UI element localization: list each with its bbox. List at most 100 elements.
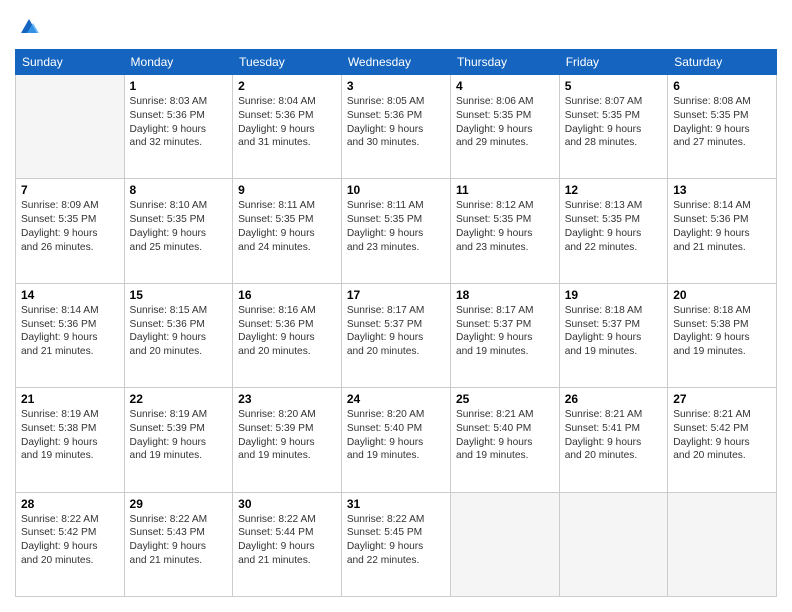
calendar-cell: 5 Sunrise: 8:07 AM Sunset: 5:35 PM Daylig… xyxy=(559,75,667,179)
day-number: 19 xyxy=(565,288,662,302)
weekday-header: Friday xyxy=(559,50,667,75)
calendar-cell: 4 Sunrise: 8:06 AM Sunset: 5:35 PM Daylig… xyxy=(450,75,559,179)
day-number: 9 xyxy=(238,183,336,197)
day-info: Sunrise: 8:22 AM Sunset: 5:45 PM Dayligh… xyxy=(347,513,445,568)
calendar-cell: 13 Sunrise: 8:14 AM Sunset: 5:36 PM Dayli… xyxy=(668,179,777,283)
calendar-cell: 10Sunrise: 8:11 AM Sunset: 5:35 PM Dayli… xyxy=(341,179,450,283)
day-number: 23 xyxy=(238,392,336,406)
day-info: Sunrise: 8:14 AM Sunset: 5:36 PM Dayligh… xyxy=(673,199,771,254)
calendar-cell: 7Sunrise: 8:09 AM Sunset: 5:35 PM Daylig… xyxy=(16,179,125,283)
calendar-cell: 28 Sunrise: 8:22 AM Sunset: 5:42 PM Dayli… xyxy=(16,492,125,596)
calendar-cell: 27 Sunrise: 8:21 AM Sunset: 5:42 PM Dayli… xyxy=(668,388,777,492)
calendar-cell: 15 Sunrise: 8:15 AM Sunset: 5:36 PM Dayli… xyxy=(124,283,233,387)
day-number: 5 xyxy=(565,79,662,93)
day-info: Sunrise: 8:19 AM Sunset: 5:38 PM Dayligh… xyxy=(21,408,119,463)
day-info: Sunrise: 8:08 AM Sunset: 5:35 PM Dayligh… xyxy=(673,95,771,150)
calendar-cell: 3Sunrise: 8:05 AM Sunset: 5:36 PM Daylig… xyxy=(341,75,450,179)
calendar-cell: 30 Sunrise: 8:22 AM Sunset: 5:44 PM Dayli… xyxy=(233,492,342,596)
week-row: 7Sunrise: 8:09 AM Sunset: 5:35 PM Daylig… xyxy=(16,179,777,283)
weekday-header: Sunday xyxy=(16,50,125,75)
calendar-cell: 31 Sunrise: 8:22 AM Sunset: 5:45 PM Dayli… xyxy=(341,492,450,596)
day-info: Sunrise: 8:21 AM Sunset: 5:42 PM Dayligh… xyxy=(673,408,771,463)
calendar-cell: 21 Sunrise: 8:19 AM Sunset: 5:38 PM Dayli… xyxy=(16,388,125,492)
weekday-header: Tuesday xyxy=(233,50,342,75)
day-info: Sunrise: 8:12 AM Sunset: 5:35 PM Dayligh… xyxy=(456,199,554,254)
week-row: 14 Sunrise: 8:14 AM Sunset: 5:36 PM Dayli… xyxy=(16,283,777,387)
day-info: Sunrise: 8:22 AM Sunset: 5:42 PM Dayligh… xyxy=(21,513,119,568)
logo-icon xyxy=(17,15,41,39)
day-number: 10 xyxy=(347,183,445,197)
day-number: 4 xyxy=(456,79,554,93)
calendar: SundayMondayTuesdayWednesdayThursdayFrid… xyxy=(15,49,777,597)
week-row: 28 Sunrise: 8:22 AM Sunset: 5:42 PM Dayli… xyxy=(16,492,777,596)
day-info: Sunrise: 8:21 AM Sunset: 5:40 PM Dayligh… xyxy=(456,408,554,463)
day-number: 24 xyxy=(347,392,445,406)
day-number: 15 xyxy=(130,288,228,302)
day-info: Sunrise: 8:22 AM Sunset: 5:43 PM Dayligh… xyxy=(130,513,228,568)
day-info: Sunrise: 8:22 AM Sunset: 5:44 PM Dayligh… xyxy=(238,513,336,568)
day-info: Sunrise: 8:17 AM Sunset: 5:37 PM Dayligh… xyxy=(456,304,554,359)
day-number: 6 xyxy=(673,79,771,93)
day-info: Sunrise: 8:10 AM Sunset: 5:35 PM Dayligh… xyxy=(130,199,228,254)
calendar-cell: 8 Sunrise: 8:10 AM Sunset: 5:35 PM Daylig… xyxy=(124,179,233,283)
day-number: 20 xyxy=(673,288,771,302)
calendar-cell: 14 Sunrise: 8:14 AM Sunset: 5:36 PM Dayli… xyxy=(16,283,125,387)
day-number: 13 xyxy=(673,183,771,197)
day-info: Sunrise: 8:15 AM Sunset: 5:36 PM Dayligh… xyxy=(130,304,228,359)
day-number: 27 xyxy=(673,392,771,406)
calendar-cell xyxy=(668,492,777,596)
day-info: Sunrise: 8:04 AM Sunset: 5:36 PM Dayligh… xyxy=(238,95,336,150)
day-info: Sunrise: 8:21 AM Sunset: 5:41 PM Dayligh… xyxy=(565,408,662,463)
day-info: Sunrise: 8:20 AM Sunset: 5:40 PM Dayligh… xyxy=(347,408,445,463)
calendar-cell xyxy=(559,492,667,596)
day-number: 21 xyxy=(21,392,119,406)
day-number: 12 xyxy=(565,183,662,197)
day-number: 8 xyxy=(130,183,228,197)
header xyxy=(15,15,777,39)
day-number: 2 xyxy=(238,79,336,93)
calendar-cell: 29 Sunrise: 8:22 AM Sunset: 5:43 PM Dayli… xyxy=(124,492,233,596)
calendar-cell: 26Sunrise: 8:21 AM Sunset: 5:41 PM Dayli… xyxy=(559,388,667,492)
day-info: Sunrise: 8:06 AM Sunset: 5:35 PM Dayligh… xyxy=(456,95,554,150)
day-info: Sunrise: 8:13 AM Sunset: 5:35 PM Dayligh… xyxy=(565,199,662,254)
day-number: 28 xyxy=(21,497,119,511)
calendar-cell: 20 Sunrise: 8:18 AM Sunset: 5:38 PM Dayli… xyxy=(668,283,777,387)
calendar-cell: 23Sunrise: 8:20 AM Sunset: 5:39 PM Dayli… xyxy=(233,388,342,492)
day-number: 16 xyxy=(238,288,336,302)
day-number: 31 xyxy=(347,497,445,511)
day-info: Sunrise: 8:18 AM Sunset: 5:38 PM Dayligh… xyxy=(673,304,771,359)
weekday-header: Thursday xyxy=(450,50,559,75)
day-info: Sunrise: 8:11 AM Sunset: 5:35 PM Dayligh… xyxy=(238,199,336,254)
calendar-cell: 1Sunrise: 8:03 AM Sunset: 5:36 PM Daylig… xyxy=(124,75,233,179)
calendar-cell xyxy=(16,75,125,179)
page: SundayMondayTuesdayWednesdayThursdayFrid… xyxy=(0,0,792,612)
calendar-cell: 18 Sunrise: 8:17 AM Sunset: 5:37 PM Dayli… xyxy=(450,283,559,387)
calendar-cell: 16Sunrise: 8:16 AM Sunset: 5:36 PM Dayli… xyxy=(233,283,342,387)
day-info: Sunrise: 8:05 AM Sunset: 5:36 PM Dayligh… xyxy=(347,95,445,150)
day-info: Sunrise: 8:18 AM Sunset: 5:37 PM Dayligh… xyxy=(565,304,662,359)
day-number: 14 xyxy=(21,288,119,302)
day-number: 22 xyxy=(130,392,228,406)
day-number: 30 xyxy=(238,497,336,511)
weekday-header: Wednesday xyxy=(341,50,450,75)
calendar-cell: 22 Sunrise: 8:19 AM Sunset: 5:39 PM Dayli… xyxy=(124,388,233,492)
week-row: 1Sunrise: 8:03 AM Sunset: 5:36 PM Daylig… xyxy=(16,75,777,179)
week-row: 21 Sunrise: 8:19 AM Sunset: 5:38 PM Dayli… xyxy=(16,388,777,492)
calendar-cell: 9 Sunrise: 8:11 AM Sunset: 5:35 PM Daylig… xyxy=(233,179,342,283)
day-number: 11 xyxy=(456,183,554,197)
weekday-header: Saturday xyxy=(668,50,777,75)
calendar-cell: 17Sunrise: 8:17 AM Sunset: 5:37 PM Dayli… xyxy=(341,283,450,387)
day-number: 18 xyxy=(456,288,554,302)
day-number: 17 xyxy=(347,288,445,302)
calendar-cell: 2 Sunrise: 8:04 AM Sunset: 5:36 PM Daylig… xyxy=(233,75,342,179)
day-info: Sunrise: 8:19 AM Sunset: 5:39 PM Dayligh… xyxy=(130,408,228,463)
calendar-cell: 6 Sunrise: 8:08 AM Sunset: 5:35 PM Daylig… xyxy=(668,75,777,179)
day-info: Sunrise: 8:03 AM Sunset: 5:36 PM Dayligh… xyxy=(130,95,228,150)
logo xyxy=(15,15,41,39)
calendar-cell: 19 Sunrise: 8:18 AM Sunset: 5:37 PM Dayli… xyxy=(559,283,667,387)
day-info: Sunrise: 8:07 AM Sunset: 5:35 PM Dayligh… xyxy=(565,95,662,150)
day-info: Sunrise: 8:09 AM Sunset: 5:35 PM Dayligh… xyxy=(21,199,119,254)
day-number: 29 xyxy=(130,497,228,511)
calendar-cell: 24 Sunrise: 8:20 AM Sunset: 5:40 PM Dayli… xyxy=(341,388,450,492)
day-info: Sunrise: 8:14 AM Sunset: 5:36 PM Dayligh… xyxy=(21,304,119,359)
